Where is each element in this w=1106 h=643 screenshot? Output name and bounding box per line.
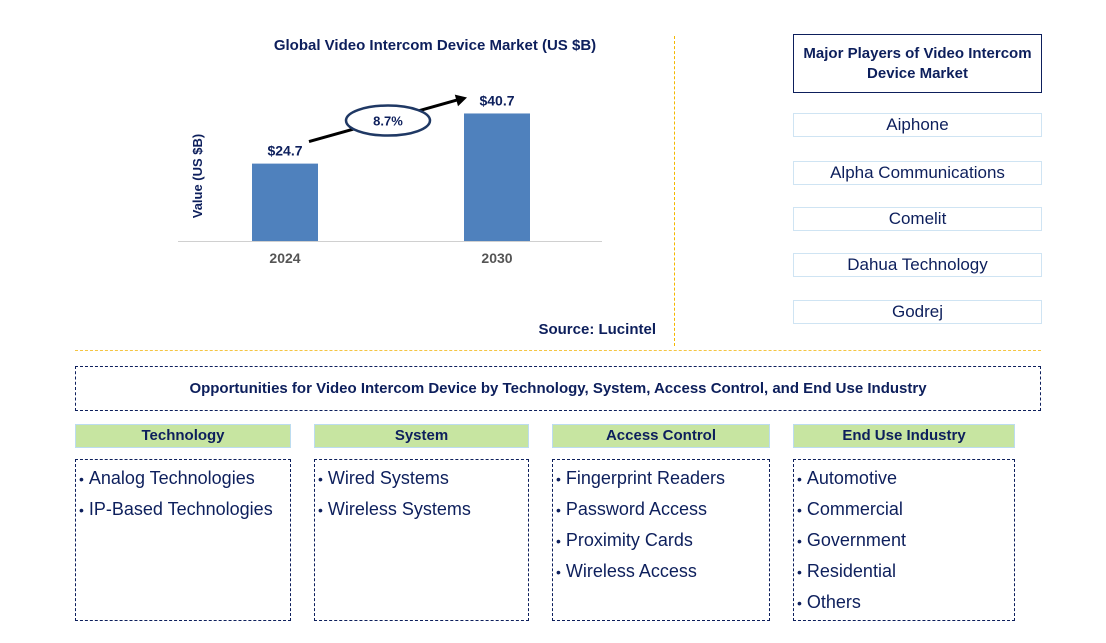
- bullet-icon: •: [556, 564, 561, 580]
- list-item: • Analog Technologies: [79, 468, 255, 488]
- bullet-icon: •: [79, 471, 84, 487]
- category-header-access-control: Access Control: [552, 424, 770, 448]
- bar-2024: [252, 163, 318, 241]
- category-list-access-control: • Fingerprint Readers • Password Access • P…: [552, 459, 770, 621]
- bar-2030: [464, 113, 530, 241]
- bullet-icon: •: [797, 533, 802, 549]
- list-item: • Password Access: [556, 499, 707, 519]
- cagr-arrow-head: [454, 94, 467, 107]
- list-item: • IP-Based Technologies: [79, 499, 273, 519]
- list-item: • Residential: [797, 561, 896, 581]
- player-item: Dahua Technology: [793, 253, 1042, 277]
- vertical-divider: [674, 36, 675, 346]
- bullet-icon: •: [797, 471, 802, 487]
- x-tick-label: 2030: [481, 250, 512, 266]
- players-title: Major Players of Video Intercom Device M…: [793, 34, 1042, 93]
- player-item: Alpha Communications: [793, 161, 1042, 185]
- category-list-system: • Wired Systems • Wireless Systems: [314, 459, 529, 621]
- bullet-icon: •: [318, 471, 323, 487]
- player-item: Godrej: [793, 300, 1042, 324]
- list-item: • Wired Systems: [318, 468, 449, 488]
- category-header-technology: Technology: [75, 424, 291, 448]
- list-item: • Government: [797, 530, 906, 550]
- x-tick-label: 2024: [269, 250, 300, 266]
- bullet-icon: •: [797, 595, 802, 611]
- category-list-technology: • Analog Technologies • IP-Based Technolog…: [75, 459, 291, 621]
- cagr-label: 8.7%: [373, 114, 403, 129]
- bullet-icon: •: [556, 533, 561, 549]
- category-header-system: System: [314, 424, 529, 448]
- bullet-icon: •: [318, 502, 323, 518]
- opportunities-title: Opportunities for Video Intercom Device …: [75, 366, 1041, 411]
- bullet-icon: •: [797, 564, 802, 580]
- source-label: Source: Lucintel: [538, 321, 656, 338]
- y-axis-label: Value (US $B): [190, 134, 205, 219]
- list-item: • Wireless Access: [556, 561, 697, 581]
- chart-title: Global Video Intercom Device Market (US …: [273, 37, 597, 54]
- bar-chart: Value (US $B) $24.7 2024 $40.7 2030 8.7%: [178, 92, 602, 266]
- list-item: • Commercial: [797, 499, 903, 519]
- list-item: • Fingerprint Readers: [556, 468, 725, 488]
- bullet-icon: •: [556, 502, 561, 518]
- bullet-icon: •: [79, 502, 84, 518]
- category-list-end-use-industry: • Automotive • Commercial • Government • Res…: [793, 459, 1015, 621]
- horizontal-divider: [75, 350, 1041, 351]
- list-item: • Automotive: [797, 468, 897, 488]
- player-item: Aiphone: [793, 113, 1042, 137]
- data-label: $24.7: [267, 143, 302, 159]
- bullet-icon: •: [556, 471, 561, 487]
- player-item: Comelit: [793, 207, 1042, 231]
- list-item: • Wireless Systems: [318, 499, 471, 519]
- list-item: • Others: [797, 592, 861, 612]
- data-label: $40.7: [479, 92, 514, 108]
- category-header-end-use-industry: End Use Industry: [793, 424, 1015, 448]
- list-item: • Proximity Cards: [556, 530, 693, 550]
- bullet-icon: •: [797, 502, 802, 518]
